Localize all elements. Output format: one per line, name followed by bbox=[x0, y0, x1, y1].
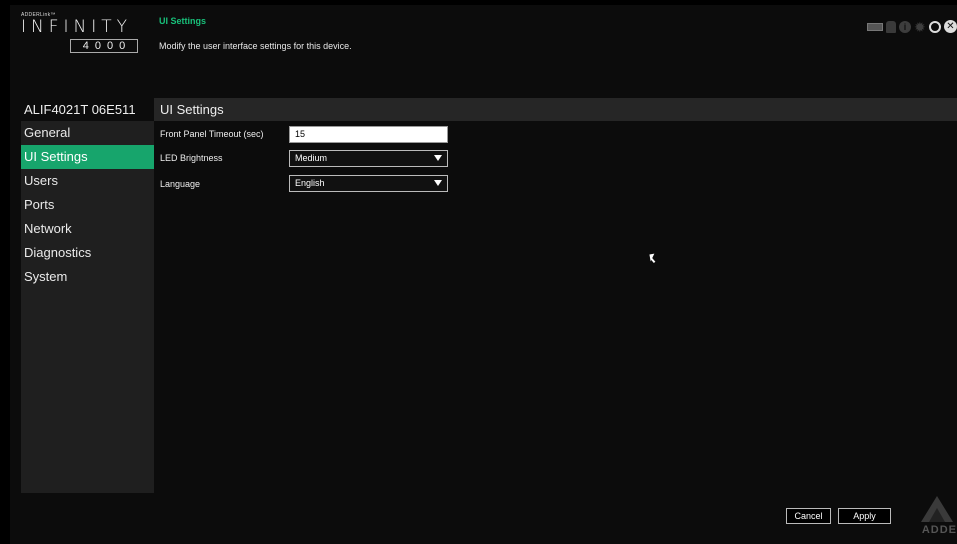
lock-icon[interactable] bbox=[886, 20, 896, 33]
led-brightness-value: Medium bbox=[295, 153, 328, 163]
front-panel-timeout-label: Front Panel Timeout (sec) bbox=[160, 129, 264, 139]
panel-title: UI Settings bbox=[154, 98, 957, 121]
sidebar-item-users[interactable]: Users bbox=[21, 169, 154, 193]
sidebar-item-general[interactable]: General bbox=[21, 121, 154, 145]
sidebar-item-diagnostics[interactable]: Diagnostics bbox=[21, 241, 154, 265]
dropdown-arrow-icon bbox=[434, 155, 442, 161]
front-panel-timeout-input[interactable]: 15 bbox=[289, 126, 448, 143]
device-name: ALIF4021T 06E511 bbox=[21, 98, 154, 121]
sidebar-item-network[interactable]: Network bbox=[21, 217, 154, 241]
adder-mountain-icon bbox=[921, 496, 953, 522]
language-select[interactable]: English bbox=[289, 175, 448, 192]
page-description: Modify the user interface settings for t… bbox=[159, 41, 352, 51]
cancel-button[interactable]: Cancel bbox=[786, 508, 831, 524]
product-logo: ADDERLink™ INFINITY 4000 bbox=[21, 12, 141, 53]
logo-brand-name: INFINITY bbox=[21, 17, 133, 37]
keyboard-icon[interactable] bbox=[867, 22, 883, 31]
close-icon[interactable]: ✕ bbox=[944, 20, 957, 33]
sidebar-item-system[interactable]: System bbox=[21, 265, 154, 289]
info-icon[interactable]: i bbox=[899, 20, 911, 33]
refresh-icon[interactable] bbox=[929, 20, 941, 33]
led-brightness-label: LED Brightness bbox=[160, 153, 223, 163]
page-title: UI Settings bbox=[159, 16, 207, 26]
gear-icon[interactable]: ✹ bbox=[914, 20, 926, 34]
sidebar-item-ui-settings[interactable]: UI Settings bbox=[21, 145, 154, 169]
language-label: Language bbox=[160, 179, 201, 189]
sidebar-item-ports[interactable]: Ports bbox=[21, 193, 154, 217]
led-brightness-select[interactable]: Medium bbox=[289, 150, 448, 167]
dropdown-arrow-icon bbox=[434, 180, 442, 186]
corner-logo-word: ADDE bbox=[921, 524, 957, 536]
header-toolbar: i ✹ ✕ bbox=[867, 20, 957, 34]
apply-button[interactable]: Apply bbox=[838, 508, 891, 524]
language-value: English bbox=[295, 178, 325, 188]
sidebar: ALIF4021T 06E511 General UI Settings Use… bbox=[21, 98, 154, 493]
logo-model-number: 4000 bbox=[70, 39, 138, 53]
adder-corner-logo: ADDE bbox=[917, 492, 957, 536]
